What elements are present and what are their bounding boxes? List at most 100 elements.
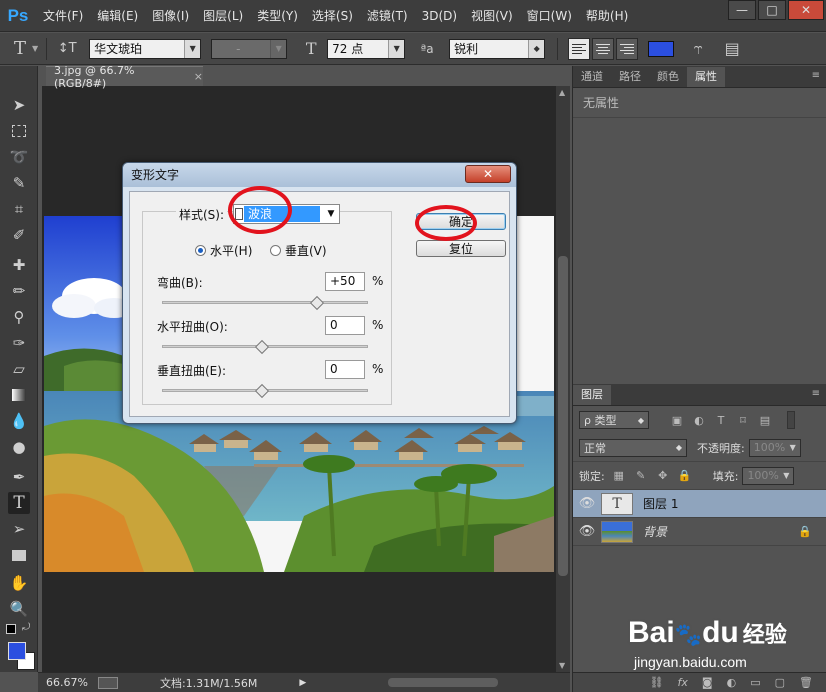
link-layers-icon[interactable]: ⛓ <box>650 676 664 689</box>
filter-pixel-icon[interactable]: ▣ <box>669 412 685 428</box>
font-family-select[interactable]: 华文琥珀 ▼ <box>89 38 202 59</box>
menu-window[interactable]: 窗口(W) <box>520 0 579 32</box>
scroll-up-icon[interactable]: ▲ <box>559 88 565 97</box>
status-menu-arrow-icon[interactable]: ▶ <box>299 678 306 688</box>
panel-menu-icon[interactable]: ≡ <box>812 70 820 81</box>
font-size-select[interactable]: 72 点 ▼ <box>327 38 406 59</box>
delete-layer-icon[interactable]: 🗑 <box>799 676 813 689</box>
warp-text-icon[interactable]: ⥾ <box>688 39 708 59</box>
bend-input[interactable]: +50 <box>325 272 365 291</box>
character-panel-icon[interactable]: ▤ <box>722 39 742 58</box>
type-tool-icon[interactable]: T <box>8 492 30 514</box>
menu-3d[interactable]: 3D(D) <box>415 0 464 32</box>
lock-transparency-icon[interactable]: ▦ <box>611 468 627 484</box>
marquee-tool-icon[interactable] <box>8 120 30 142</box>
type-tool-icon[interactable]: T <box>10 38 30 59</box>
menu-image[interactable]: 图像(I) <box>145 0 196 32</box>
layer-row-background[interactable]: 👁 背景 🔒 <box>573 518 826 546</box>
lock-all-icon[interactable]: 🔒 <box>677 468 693 484</box>
move-tool-icon[interactable]: ➤ <box>8 94 30 116</box>
tab-properties[interactable]: 属性 <box>687 67 725 87</box>
tab-color[interactable]: 颜色 <box>649 67 687 87</box>
crop-tool-icon[interactable]: ⌗ <box>8 198 30 220</box>
horizontal-distortion-input[interactable]: 0 <box>325 316 365 335</box>
panel-menu-icon[interactable]: ≡ <box>812 388 820 399</box>
lock-position-icon[interactable]: ✥ <box>655 468 671 484</box>
toggle-orientation-icon[interactable]: ↕T <box>57 41 77 56</box>
default-colors-icon[interactable] <box>6 624 16 634</box>
close-window-button[interactable]: ✕ <box>788 0 824 20</box>
path-selection-tool-icon[interactable]: ➢ <box>8 518 30 540</box>
vertical-radio[interactable] <box>270 245 281 256</box>
layer-filter-select[interactable]: ρ 类型 ◆ <box>579 411 649 429</box>
healing-brush-tool-icon[interactable]: ✚ <box>8 254 30 276</box>
antialias-select[interactable]: 锐利 ◆ <box>449 38 546 59</box>
restore-button[interactable]: □ <box>758 0 786 20</box>
horizontal-scrollbar-thumb[interactable] <box>388 678 498 687</box>
eye-icon[interactable]: 👁 <box>573 496 601 511</box>
layer-style-icon[interactable]: fx <box>678 676 688 689</box>
swap-colors-icon[interactable]: ⤾ <box>22 622 30 633</box>
menu-file[interactable]: 文件(F) <box>36 0 90 32</box>
scrollbar-thumb[interactable] <box>558 256 568 576</box>
text-color-swatch[interactable] <box>648 40 675 57</box>
vertical-distortion-input[interactable]: 0 <box>325 360 365 379</box>
foreground-color-swatch[interactable] <box>8 642 26 660</box>
blur-tool-icon[interactable]: 💧 <box>8 410 30 432</box>
close-tab-icon[interactable]: × <box>194 70 203 83</box>
new-group-icon[interactable]: ▭ <box>750 676 760 689</box>
reset-button[interactable]: 复位 <box>416 240 506 257</box>
add-mask-icon[interactable]: ◙ <box>702 676 713 689</box>
align-center-button[interactable] <box>592 37 615 60</box>
dodge-tool-icon[interactable]: ● <box>8 436 30 458</box>
hand-tool-icon[interactable]: ✋ <box>8 572 30 594</box>
menu-type[interactable]: 类型(Y) <box>250 0 305 32</box>
menu-view[interactable]: 视图(V) <box>464 0 520 32</box>
document-tab[interactable]: 3.jpg @ 66.7%(RGB/8#) × <box>46 64 203 90</box>
vertical-scrollbar[interactable]: ▲ ▼ <box>556 86 570 672</box>
fill-input[interactable]: 100% ▼ <box>742 466 795 485</box>
zoom-tool-icon[interactable]: 🔍 <box>8 598 30 620</box>
horizontal-radio[interactable] <box>195 245 206 256</box>
shape-tool-icon[interactable] <box>8 544 30 566</box>
menu-filter[interactable]: 滤镜(T) <box>360 0 415 32</box>
filter-smart-object-icon[interactable]: ▤ <box>757 412 773 428</box>
layer-row-text[interactable]: 👁 T 图层 1 <box>573 490 826 518</box>
filter-adjustment-icon[interactable]: ◐ <box>691 412 707 428</box>
tab-channels[interactable]: 通道 <box>573 67 611 87</box>
quick-select-tool-icon[interactable]: ✎ <box>8 172 30 194</box>
lasso-tool-icon[interactable]: ➰ <box>8 146 30 168</box>
dialog-close-button[interactable]: ✕ <box>465 165 511 183</box>
filter-shape-icon[interactable]: ⌑ <box>735 412 751 428</box>
bend-slider[interactable] <box>162 301 368 304</box>
new-adjustment-icon[interactable]: ◐ <box>727 676 737 689</box>
align-right-button[interactable] <box>616 37 639 60</box>
gradient-tool-icon[interactable] <box>8 384 30 406</box>
zoom-level[interactable]: 66.67% <box>46 676 88 689</box>
menu-layer[interactable]: 图层(L) <box>196 0 250 32</box>
lock-pixels-icon[interactable]: ✎ <box>633 468 649 484</box>
font-style-select[interactable]: - ▼ <box>211 38 288 59</box>
eye-icon[interactable]: 👁 <box>573 524 601 539</box>
opacity-input[interactable]: 100% ▼ <box>748 438 801 457</box>
blend-mode-select[interactable]: 正常 ◆ <box>579 438 687 457</box>
align-left-button[interactable] <box>568 37 591 60</box>
tool-preset-dropdown-icon[interactable]: ▼ <box>32 44 38 53</box>
pen-tool-icon[interactable]: ✒ <box>8 466 30 488</box>
menu-edit[interactable]: 编辑(E) <box>90 0 145 32</box>
new-layer-icon[interactable]: ▢ <box>775 676 785 689</box>
menu-select[interactable]: 选择(S) <box>305 0 360 32</box>
history-brush-tool-icon[interactable]: ✑ <box>8 332 30 354</box>
tab-layers[interactable]: 图层 <box>573 385 611 405</box>
clone-stamp-tool-icon[interactable]: ⚲ <box>8 306 30 328</box>
scroll-down-icon[interactable]: ▼ <box>559 661 565 670</box>
tab-paths[interactable]: 路径 <box>611 67 649 87</box>
menu-help[interactable]: 帮助(H) <box>579 0 635 32</box>
filter-type-icon[interactable]: T <box>713 412 729 428</box>
eraser-tool-icon[interactable]: ▱ <box>8 358 30 380</box>
eyedropper-tool-icon[interactable]: ✐ <box>8 224 30 246</box>
minimize-button[interactable]: — <box>728 0 756 20</box>
brush-tool-icon[interactable]: ✏ <box>8 280 30 302</box>
zoom-preview-icon[interactable] <box>97 676 118 689</box>
filter-toggle[interactable] <box>787 411 795 429</box>
